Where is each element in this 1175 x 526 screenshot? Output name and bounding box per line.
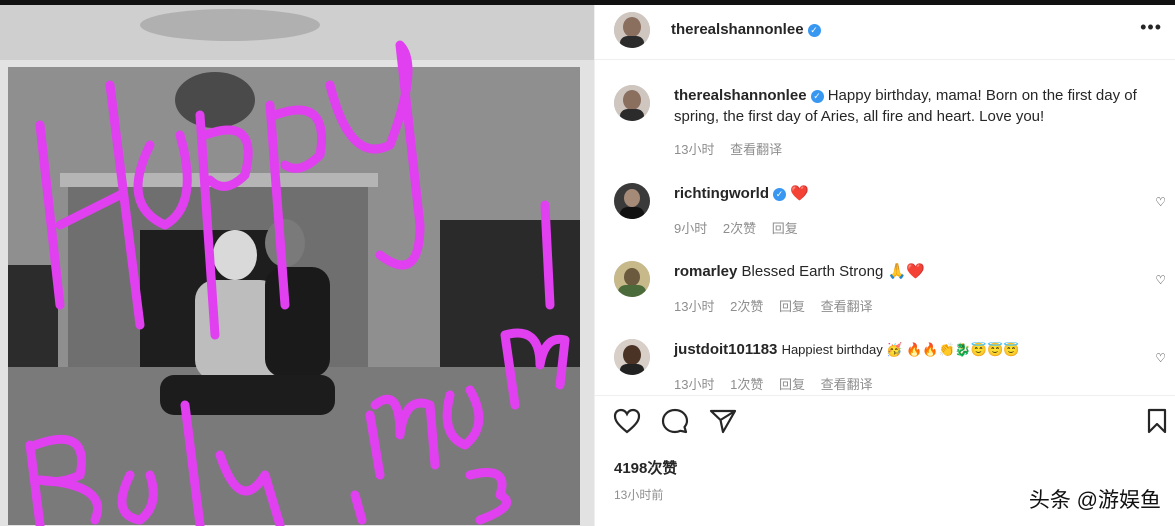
caption: therealshannonlee ✓ Happy birthday, mama!… <box>614 85 1144 160</box>
paper-plane-icon[interactable] <box>709 408 737 434</box>
post-actions <box>595 395 1175 444</box>
comment-like-heart-icon[interactable]: ♡ <box>1155 351 1166 365</box>
comment-username[interactable]: romarley <box>674 263 737 280</box>
comment-text: justdoit101183 Happiest birthday 🥳 🔥🔥👏🐉😇… <box>674 339 1154 360</box>
comment-body: Happiest birthday 🥳 🔥🔥👏🐉😇😇😇 <box>781 342 1020 357</box>
verified-badge-icon: ✓ <box>807 24 821 37</box>
reply-button[interactable]: 回复 <box>772 221 798 236</box>
comment-username[interactable]: justdoit101183 <box>674 341 777 358</box>
post-sidebar: therealshannonlee ✓ ••• therealshannonlee… <box>594 5 1175 526</box>
more-horizontal-icon[interactable]: ••• <box>1140 17 1162 38</box>
comment-item: justdoit101183 Happiest birthday 🥳 🔥🔥👏🐉😇… <box>614 339 1166 392</box>
comment-likes[interactable]: 2次赞 <box>723 221 756 236</box>
verified-badge-icon: ✓ <box>773 188 786 201</box>
comment-username[interactable]: richtingworld <box>674 185 769 202</box>
post-timestamp: 13小时前 <box>614 488 664 502</box>
comment-time: 13小时 <box>674 377 715 392</box>
reply-button[interactable]: 回复 <box>779 377 805 392</box>
caption-text: therealshannonlee ✓ Happy birthday, mama!… <box>674 85 1154 127</box>
comment-bubble-icon[interactable] <box>661 408 689 434</box>
comment-item: romarley Blessed Earth Strong 🙏❤️ 13小时 2… <box>614 261 1166 314</box>
comment-meta: 13小时 1次赞 回复 查看翻译 <box>674 374 885 393</box>
comment-time: 13小时 <box>674 299 715 314</box>
verified-badge-icon: ✓ <box>810 90 824 103</box>
avatar[interactable] <box>614 261 650 297</box>
bookmark-icon[interactable] <box>1146 408 1168 434</box>
see-translation-link[interactable]: 查看翻译 <box>730 142 782 157</box>
post-header: therealshannonlee ✓ ••• <box>595 5 1175 60</box>
author-username[interactable]: therealshannonlee <box>671 21 804 38</box>
heart-outline-icon[interactable] <box>613 408 641 434</box>
comment-likes[interactable]: 2次赞 <box>730 299 763 314</box>
see-translation-link[interactable]: 查看翻译 <box>821 377 873 392</box>
post-photo[interactable] <box>0 5 594 526</box>
avatar[interactable] <box>614 339 650 375</box>
comment-like-heart-icon[interactable]: ♡ <box>1155 273 1166 287</box>
comment-body: ❤️ <box>790 185 809 202</box>
comment-body: Blessed Earth Strong 🙏❤️ <box>741 263 925 280</box>
caption-username[interactable]: therealshannonlee <box>674 87 807 104</box>
comment-likes[interactable]: 1次赞 <box>730 377 763 392</box>
watermark: 头条 @游娱鱼 <box>1028 489 1161 512</box>
see-translation-link[interactable]: 查看翻译 <box>821 299 873 314</box>
caption-meta: 13小时 查看翻译 <box>674 139 794 158</box>
avatar[interactable] <box>614 12 650 48</box>
reply-button[interactable]: 回复 <box>779 299 805 314</box>
comment-item: richtingworld ✓ ❤️ 9小时 2次赞 回复 ♡ <box>614 183 1166 236</box>
vintage-photo-image <box>0 5 594 526</box>
comment-meta: 9小时 2次赞 回复 <box>674 218 810 237</box>
like-count[interactable]: 4198次赞 <box>614 457 677 478</box>
comment-time: 9小时 <box>674 221 708 236</box>
avatar[interactable] <box>614 85 650 121</box>
comment-text: richtingworld ✓ ❤️ <box>674 183 1154 204</box>
avatar[interactable] <box>614 183 650 219</box>
caption-time: 13小时 <box>674 142 715 157</box>
comment-text: romarley Blessed Earth Strong 🙏❤️ <box>674 261 1154 282</box>
comment-like-heart-icon[interactable]: ♡ <box>1155 195 1166 209</box>
comment-meta: 13小时 2次赞 回复 查看翻译 <box>674 296 885 315</box>
